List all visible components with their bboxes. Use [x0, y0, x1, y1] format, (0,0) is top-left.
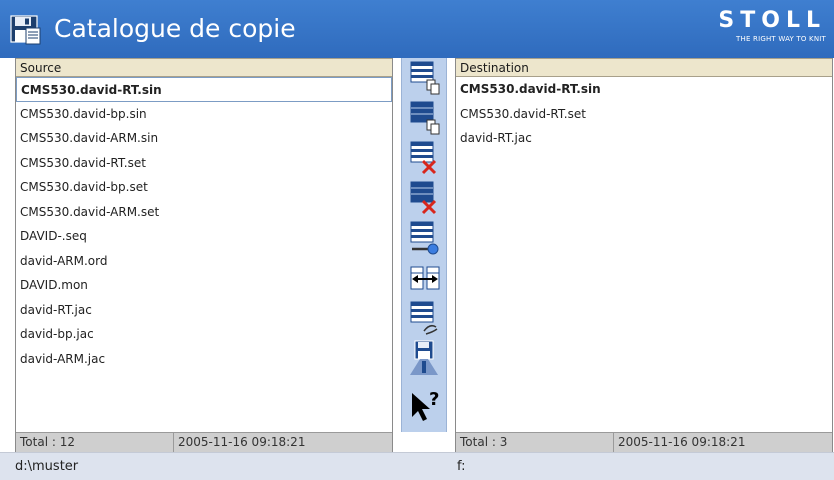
source-file-item[interactable]: DAVID-.seq: [16, 224, 392, 249]
destination-file-item[interactable]: CMS530.david-RT.set: [456, 102, 832, 127]
copy-all-icon: [410, 101, 440, 135]
delete-all-icon: [410, 181, 437, 215]
window-title: Catalogue de copie: [54, 14, 296, 43]
svg-text:?: ?: [429, 389, 439, 410]
brand-name: STOLL: [718, 8, 826, 33]
source-file-list: CMS530.david-RT.sin CMS530.david-bp.sin …: [16, 77, 392, 371]
status-bar: d:\muster f:: [0, 452, 834, 480]
source-footer: Total : 12 2005-11-16 09:18:21: [16, 432, 392, 452]
protect-button[interactable]: [408, 219, 442, 257]
copy-selected-icon: [410, 61, 440, 95]
copy-selected-button[interactable]: [408, 59, 442, 97]
source-path: d:\muster: [15, 459, 79, 474]
source-file-item[interactable]: david-RT.jac: [16, 298, 392, 323]
key-protect-icon: [410, 221, 439, 255]
swap-panes-icon: [410, 266, 440, 290]
destination-total: Total : 3: [456, 433, 614, 452]
source-panel: Source CMS530.david-RT.sin CMS530.david-…: [15, 58, 393, 452]
destination-file-list: CMS530.david-RT.sin CMS530.david-RT.set …: [456, 77, 832, 151]
destination-footer: Total : 3 2005-11-16 09:18:21: [456, 432, 832, 452]
destination-panel: Destination CMS530.david-RT.sin CMS530.d…: [455, 58, 833, 452]
destination-header: Destination: [456, 58, 832, 77]
source-date: 2005-11-16 09:18:21: [178, 435, 306, 449]
source-file-item[interactable]: CMS530.david-ARM.sin: [16, 126, 392, 151]
source-file-item[interactable]: CMS530.david-RT.sin: [16, 77, 392, 102]
source-file-item[interactable]: CMS530.david-bp.set: [16, 175, 392, 200]
source-file-item[interactable]: david-ARM.jac: [16, 347, 392, 372]
source-file-item[interactable]: CMS530.david-ARM.set: [16, 200, 392, 225]
source-file-item[interactable]: david-ARM.ord: [16, 249, 392, 274]
destination-path: f:: [457, 459, 466, 474]
floppy-disk-icon: [10, 15, 41, 45]
brand-tagline: THE RIGHT WAY TO KNIT: [736, 35, 826, 43]
copy-toolbar: ?: [401, 58, 447, 432]
destination-file-item[interactable]: david-RT.jac: [456, 126, 832, 151]
copy-all-button[interactable]: [408, 99, 442, 137]
title-bar: Catalogue de copie STOLL THE RIGHT WAY T…: [0, 0, 834, 58]
delete-all-button[interactable]: [408, 179, 442, 217]
refresh-convert-button[interactable]: [408, 299, 442, 337]
source-file-item[interactable]: CMS530.david-bp.sin: [16, 102, 392, 127]
destination-file-item[interactable]: CMS530.david-RT.sin: [456, 77, 832, 102]
source-total: Total : 12: [16, 433, 174, 452]
source-header: Source: [16, 58, 392, 77]
delete-selected-icon: [410, 141, 437, 175]
save-disk-icon: [410, 340, 438, 375]
destination-date: 2005-11-16 09:18:21: [618, 435, 746, 449]
save-button[interactable]: [408, 339, 442, 377]
brand-logo: STOLL THE RIGHT WAY TO KNIT: [686, 8, 826, 44]
delete-selected-button[interactable]: [408, 139, 442, 177]
swap-panes-button[interactable]: [408, 259, 442, 297]
source-file-item[interactable]: david-bp.jac: [16, 322, 392, 347]
refresh-convert-icon: [410, 301, 438, 335]
help-button[interactable]: ?: [408, 385, 442, 423]
source-file-item[interactable]: DAVID.mon: [16, 273, 392, 298]
source-file-item[interactable]: CMS530.david-RT.set: [16, 151, 392, 176]
help-pointer-icon: ?: [412, 389, 439, 421]
